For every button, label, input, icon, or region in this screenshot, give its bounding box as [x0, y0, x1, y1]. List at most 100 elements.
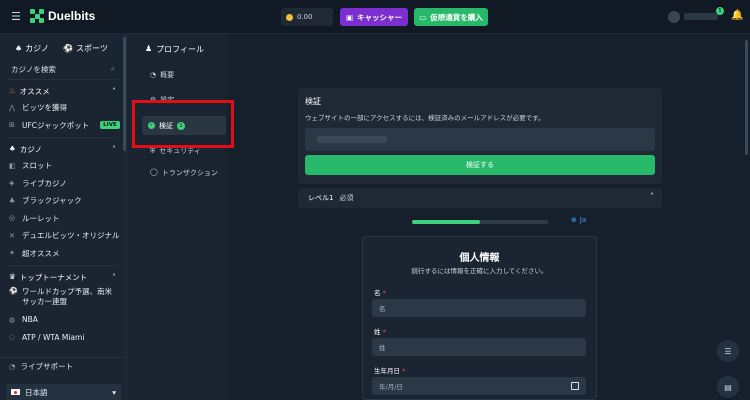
sidebar-item-label: ルーレット: [22, 213, 60, 223]
sidebar-item-label: NBA: [22, 315, 38, 325]
form-language-select[interactable]: ⊕ Ja: [571, 216, 586, 224]
profile-title: ♟ プロフィール: [145, 44, 204, 55]
nav-overview[interactable]: ◔ 概要: [150, 70, 174, 80]
sidebar-item-blackjack[interactable]: ♣ ブラックジャック: [0, 192, 126, 210]
sidebar-item-label: ライブカジノ: [22, 178, 67, 188]
message-icon: ▤: [724, 382, 732, 392]
language-select[interactable]: 日本語 ▾: [6, 384, 122, 400]
form-language-label: Ja: [579, 216, 587, 224]
brand-name: Duelbits: [48, 9, 96, 23]
sidebar-item-label: スロット: [22, 161, 52, 171]
level-progress-fill: [412, 220, 480, 224]
level-progress: [412, 220, 548, 224]
tab-casino[interactable]: ♠ カジノ: [15, 43, 49, 54]
originals-icon: ✕: [9, 231, 15, 240]
globe-icon: ⊕: [571, 216, 577, 224]
buy-crypto-button[interactable]: ▭ 仮想通貨を購入: [414, 8, 488, 26]
page-scrollbar[interactable]: [745, 40, 748, 155]
last-name-label-text: 姓: [374, 328, 381, 336]
section-tournaments-label: トップトーナメント: [19, 272, 88, 282]
live-badge: LIVE: [100, 121, 120, 130]
level-accordion[interactable]: レベル1 必須 ˄: [298, 188, 662, 208]
email-field[interactable]: [305, 128, 655, 151]
nav-label: 概要: [160, 71, 175, 79]
ufc-icon: ⊞: [9, 121, 15, 130]
sidebar-scrollbar[interactable]: [123, 37, 126, 151]
tennis-icon: ◌: [9, 333, 16, 342]
wallet-icon: ▣: [345, 12, 354, 22]
balance-display[interactable]: 0.00: [281, 8, 333, 26]
sidebar-item-nba[interactable]: ◍ NBA: [0, 311, 126, 329]
chat-icon: ☰: [724, 346, 732, 356]
sidebar-item-roulette[interactable]: ◎ ルーレット: [0, 210, 126, 228]
japan-flag-icon: [11, 389, 20, 395]
tab-casino-label: カジノ: [25, 44, 50, 53]
chevron-up-icon: ˄: [112, 272, 116, 282]
sidebar-item-world-cup[interactable]: ⚽ ワールドカップ予選、南米サッカー連盟: [0, 285, 126, 311]
cashier-button[interactable]: ▣ キャッシャー: [340, 8, 408, 26]
sidebar-item-atp-wta[interactable]: ◌ ATP / WTA Miami: [0, 329, 126, 347]
top-bar: ☰ Duelbits 0.00 ▣ キャッシャー ▭ 仮想通貨を購入 5 🔔: [0, 0, 750, 34]
basketball-icon: ◍: [9, 315, 16, 324]
nav-transactions[interactable]: ◯ トランザクション: [150, 168, 222, 178]
section-featured-label: オススメ: [19, 86, 50, 96]
sidebar: ♠ カジノ ⚽ スポーツ カジノを検索 ⌕ ♨ オススメ ˄ ⋀ ビッツを獲得 ⊞ UFCジ…: [0, 34, 127, 400]
card-icon: ▭: [419, 12, 427, 22]
profile-title-label: プロフィール: [156, 45, 205, 54]
sidebar-item-earn-bits[interactable]: ⋀ ビッツを獲得: [0, 99, 126, 117]
star-icon: ✦: [9, 249, 15, 258]
tab-sports[interactable]: ⚽ スポーツ: [63, 43, 108, 54]
sidebar-item-live-casino[interactable]: ◈ ライブカジノ: [0, 175, 126, 193]
casino-search[interactable]: カジノを検索 ⌕: [8, 62, 118, 76]
section-featured[interactable]: ♨ オススメ ˄: [0, 83, 126, 99]
live-support-button[interactable]: ◔ ライブサポート: [0, 357, 127, 375]
section-casino-label: カジノ: [19, 144, 43, 154]
sidebar-item-label: ブラックジャック: [22, 196, 82, 206]
dob-placeholder: 年/月/日: [379, 383, 403, 391]
first-name-field[interactable]: 名: [372, 299, 586, 317]
chat-button[interactable]: ☰: [717, 340, 739, 362]
sidebar-item-ufc-jackpot[interactable]: ⊞ UFCジャックポット LIVE: [0, 117, 126, 135]
sidebar-item-label: ATP / WTA Miami: [22, 332, 85, 342]
last-name-label: 姓 *: [374, 328, 386, 336]
sidebar-item-label: ビッツを獲得: [22, 103, 67, 113]
messages-button[interactable]: ▤: [717, 376, 739, 398]
overview-icon: ◔: [150, 71, 157, 79]
search-label: カジノを検索: [11, 64, 56, 74]
highlight-box: [132, 100, 234, 148]
search-icon: ⌕: [110, 64, 115, 73]
section-tournaments[interactable]: ♛ トップトーナメント ˄: [0, 269, 126, 285]
sidebar-item-slots[interactable]: ◧ スロット: [0, 157, 126, 175]
username-redacted[interactable]: [684, 13, 718, 20]
calendar-icon[interactable]: [571, 382, 579, 390]
dob-label-text: 生年月日: [374, 367, 400, 375]
notification-count: 5: [716, 7, 724, 15]
dob-field[interactable]: 年/月/日: [372, 377, 586, 395]
balance-value: 0.00: [297, 13, 313, 21]
avatar[interactable]: [668, 11, 680, 23]
bell-icon[interactable]: 🔔: [731, 10, 743, 21]
chevron-up-icon: ˄: [112, 144, 116, 154]
sidebar-item-label: UFCジャックポット: [22, 120, 90, 130]
live-support-label: ライブサポート: [20, 362, 74, 371]
section-casino[interactable]: ♠ カジノ ˄: [0, 141, 126, 157]
verify-button[interactable]: 検証する: [305, 155, 655, 175]
logo[interactable]: Duelbits: [30, 9, 95, 23]
buy-crypto-label: 仮想通貨を購入: [430, 12, 483, 22]
chevron-up-icon: ˄: [112, 86, 116, 96]
tab-sports-label: スポーツ: [75, 44, 108, 53]
chevron-down-icon: ▾: [112, 387, 116, 397]
sidebar-item-originals[interactable]: ✕ デュエルビッツ・オリジナル: [0, 227, 126, 245]
sidebar-item-top-picks[interactable]: ✦ 超オススメ: [0, 245, 126, 263]
cards-icon: ♠: [9, 143, 16, 153]
last-name-field[interactable]: 姓: [372, 338, 586, 356]
menu-icon[interactable]: ☰: [11, 10, 21, 23]
user-icon: ♟: [145, 44, 153, 53]
live-casino-icon: ◈: [9, 179, 15, 188]
first-name-label-text: 名: [374, 289, 381, 297]
bits-icon: ⋀: [9, 103, 15, 112]
ball-icon: ⚽: [63, 44, 73, 53]
blackjack-icon: ♣: [9, 196, 16, 205]
nav-label: トランザクション: [161, 169, 218, 177]
profile-nav: ♟ プロフィール ◔ 概要 ⚙ 設定 ⛨ セキュリティ ◯ トランザクション: [127, 34, 227, 400]
